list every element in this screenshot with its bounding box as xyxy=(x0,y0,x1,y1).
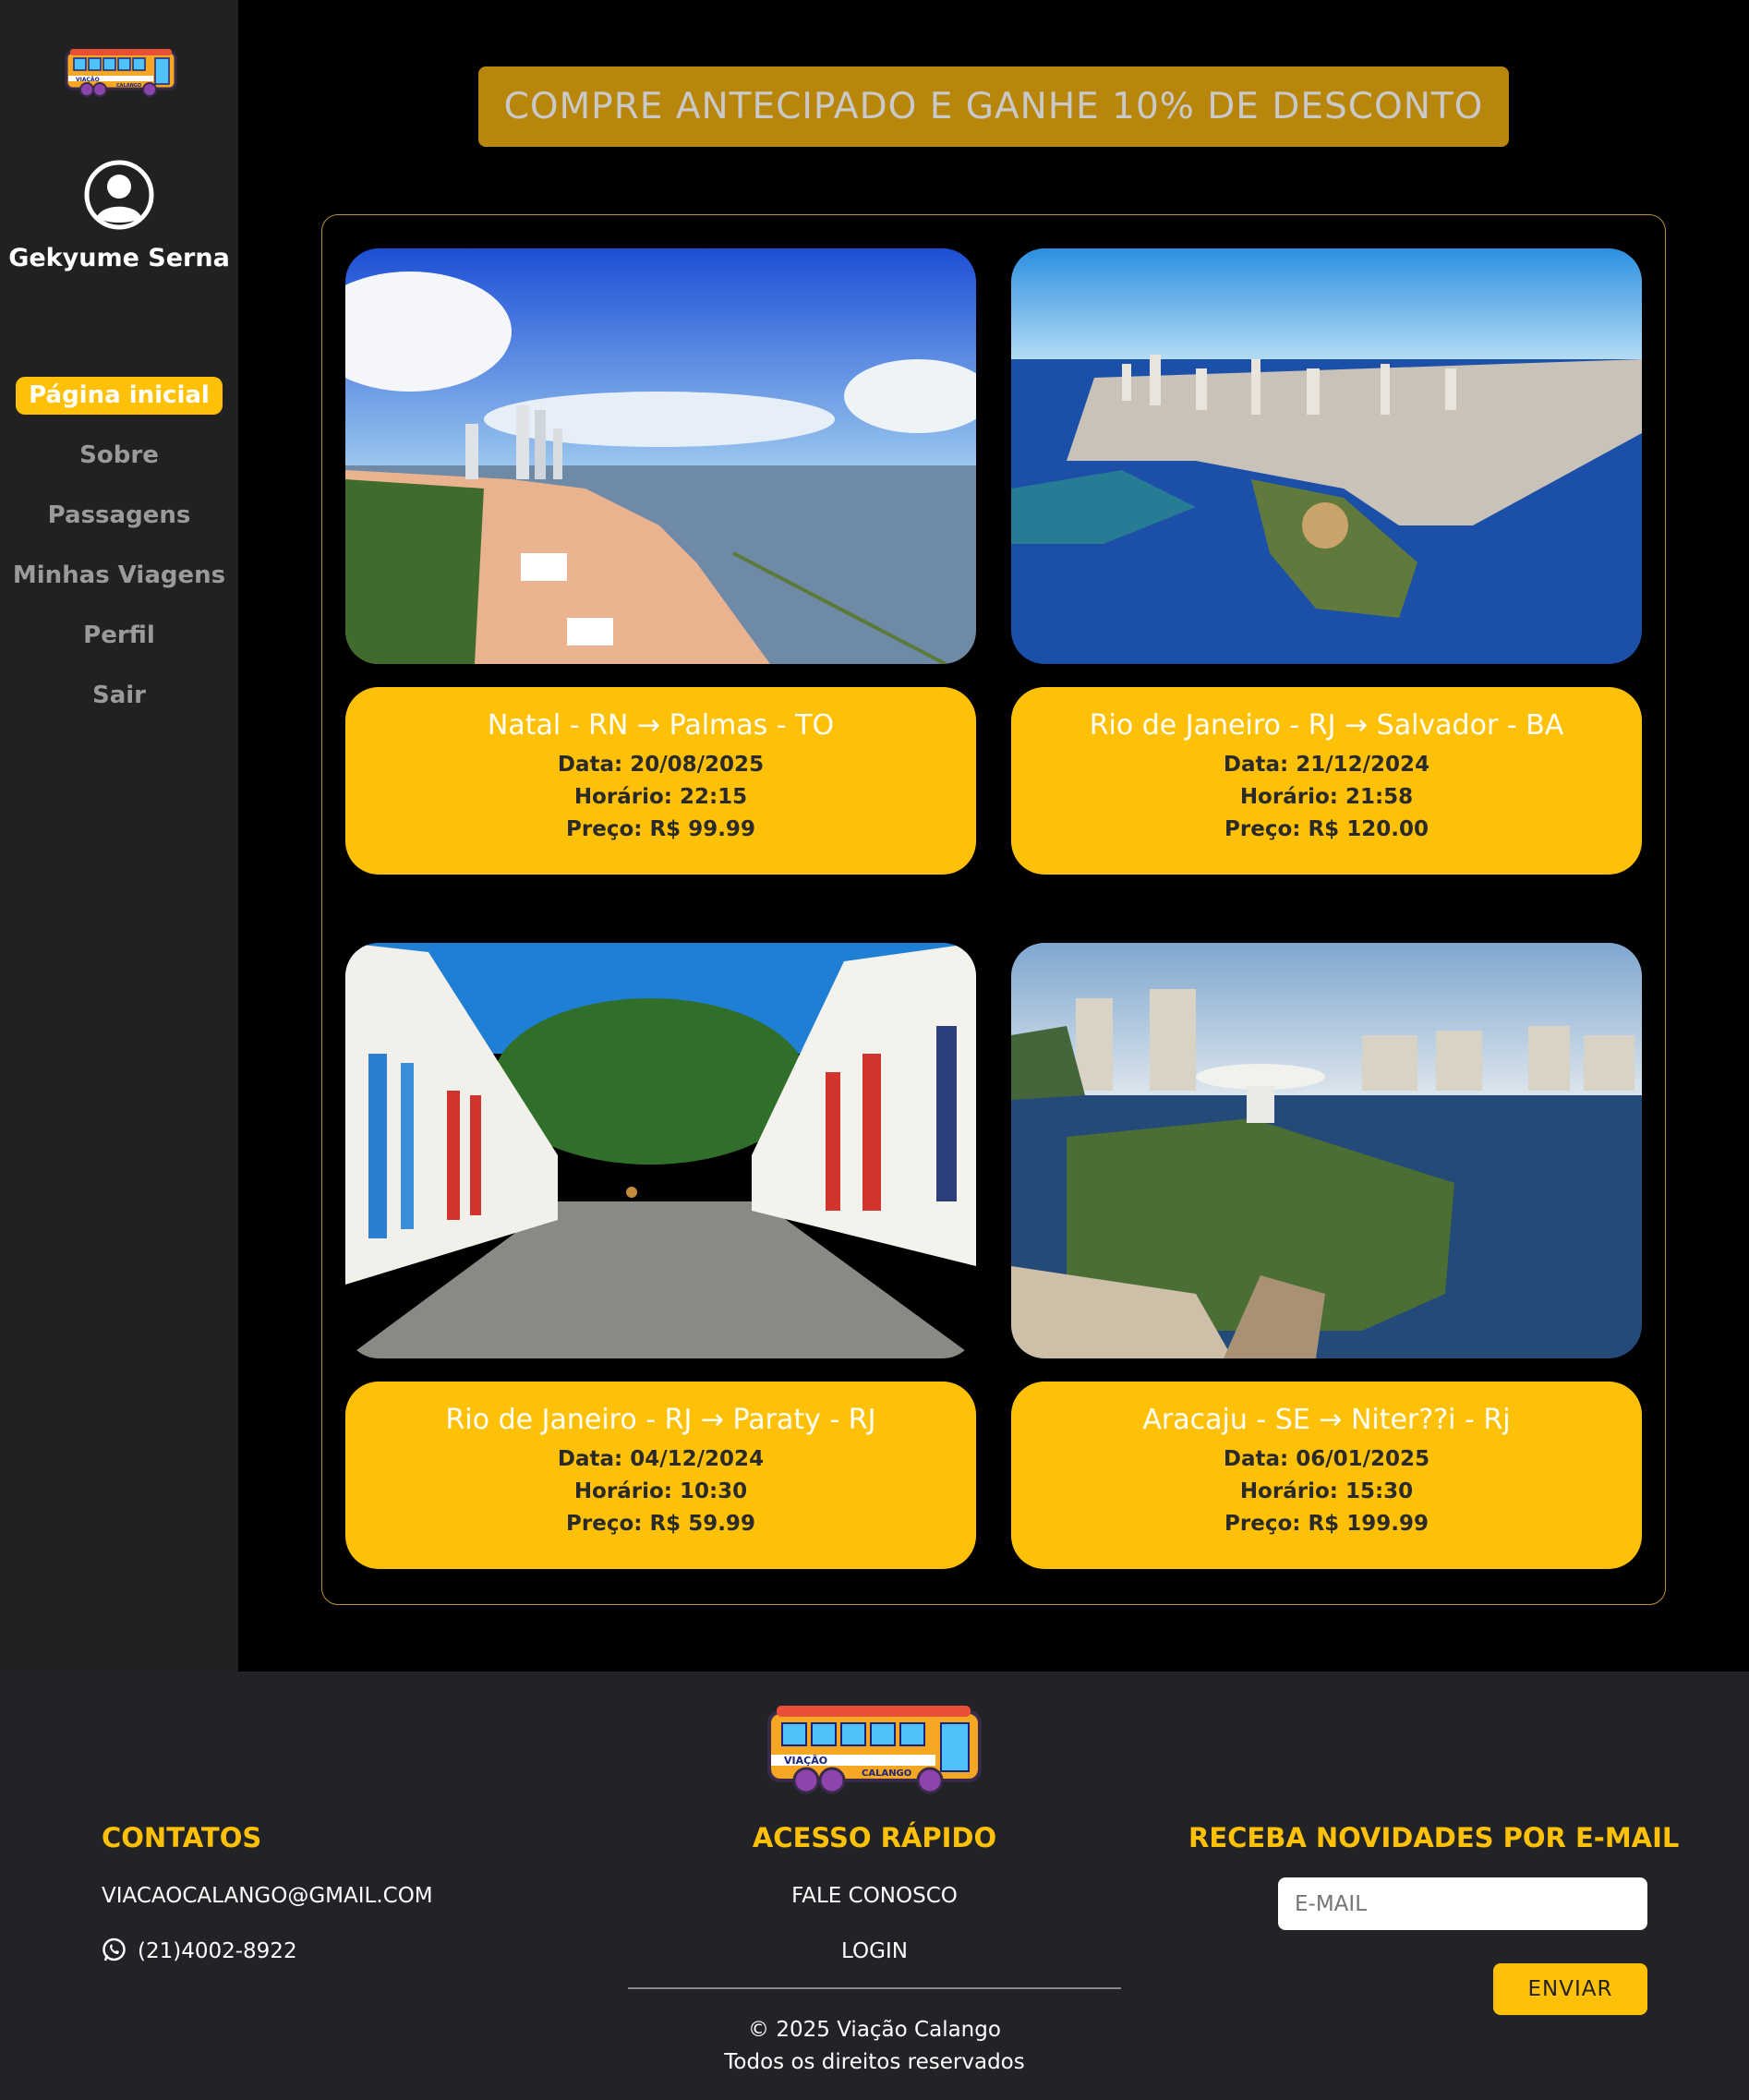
trip-date: Data: 21/12/2024 xyxy=(1223,753,1430,777)
contacts-heading: CONTATOS xyxy=(102,1822,262,1853)
trip-date: Data: 04/12/2024 xyxy=(557,1447,765,1471)
page: VIAÇÃO CALANGO Gekyume Serna Página inic… xyxy=(0,0,1749,2100)
nav-my-trips[interactable]: Minhas Viagens xyxy=(0,557,238,595)
trip-route: Natal - RN → Palmas - TO xyxy=(487,709,835,742)
nav-logout[interactable]: Sair xyxy=(0,677,238,715)
trip-image-niteroi[interactable] xyxy=(1011,943,1642,1358)
logo-text-1: VIAÇÃO xyxy=(784,1755,827,1767)
trip-price: Preço: R$ 59.99 xyxy=(566,1512,755,1536)
whatsapp-icon xyxy=(103,1937,126,1961)
trip-route: Aracaju - SE → Niter??i - Rj xyxy=(1142,1404,1511,1436)
sidebar: VIAÇÃO CALANGO Gekyume Serna Página inic… xyxy=(0,0,238,1672)
logo-text-2: CALANGO xyxy=(862,1768,911,1779)
newsletter-email-input[interactable] xyxy=(1278,1877,1647,1930)
nav-home[interactable]: Página inicial xyxy=(16,377,223,415)
user-avatar-icon[interactable] xyxy=(84,160,154,230)
trip-route: Rio de Janeiro - RJ → Salvador - BA xyxy=(1089,709,1564,742)
trip-price: Preço: R$ 99.99 xyxy=(566,817,755,841)
trip-time: Horário: 22:15 xyxy=(573,785,748,809)
logo-text-2: CALANGO xyxy=(116,83,141,89)
footer-divider xyxy=(628,1987,1121,1989)
rights-text: Todos os direitos reservados xyxy=(724,2050,1025,2074)
logo-text-1: VIAÇÃO xyxy=(76,77,100,83)
quick-access-heading: ACESSO RÁPIDO xyxy=(752,1822,997,1853)
user-name: Gekyume Serna xyxy=(8,244,230,272)
promo-banner[interactable]: COMPRE ANTECIPADO E GANHE 10% DE DESCONT… xyxy=(478,66,1509,147)
bus-logo-small[interactable]: VIAÇÃO CALANGO xyxy=(65,48,179,98)
send-button[interactable]: ENVIAR xyxy=(1493,1963,1647,2015)
trip-image-salvador[interactable] xyxy=(1011,248,1642,664)
sidebar-nav: Página inicial Sobre Passagens Minhas Vi… xyxy=(0,377,238,737)
trip-image-palmas[interactable] xyxy=(345,248,976,664)
nav-tickets[interactable]: Passagens xyxy=(0,497,238,535)
contact-email[interactable]: VIACAOCALANGO@GMAIL.COM xyxy=(102,1884,433,1908)
login-link[interactable]: LOGIN xyxy=(628,1939,1121,1963)
trip-card-paraty[interactable]: Rio de Janeiro - RJ → Paraty - RJ Data: … xyxy=(345,1382,976,1569)
trip-date: Data: 20/08/2025 xyxy=(557,753,765,777)
nav-profile[interactable]: Perfil xyxy=(0,617,238,655)
trip-card-salvador[interactable]: Rio de Janeiro - RJ → Salvador - BA Data… xyxy=(1011,687,1642,875)
trip-route: Rio de Janeiro - RJ → Paraty - RJ xyxy=(445,1404,876,1436)
bus-logo-large[interactable]: VIAÇÃO CALANGO xyxy=(766,1703,987,1795)
trip-card-palmas[interactable]: Natal - RN → Palmas - TO Data: 20/08/202… xyxy=(345,687,976,875)
copyright-text: © 2025 Viação Calango xyxy=(748,2018,1001,2042)
trips-container: Natal - RN → Palmas - TO Data: 20/08/202… xyxy=(321,214,1666,1605)
trip-image-paraty[interactable] xyxy=(345,943,976,1358)
trip-time: Horário: 21:58 xyxy=(1239,785,1414,809)
newsletter-heading: RECEBA NOVIDADES POR E-MAIL xyxy=(1188,1822,1680,1853)
nav-about[interactable]: Sobre xyxy=(0,437,238,475)
trip-card-niteroi[interactable]: Aracaju - SE → Niter??i - Rj Data: 06/01… xyxy=(1011,1382,1642,1569)
trip-price: Preço: R$ 199.99 xyxy=(1224,1512,1429,1536)
trip-price: Preço: R$ 120.00 xyxy=(1224,817,1429,841)
trip-time: Horário: 10:30 xyxy=(573,1479,748,1503)
trip-date: Data: 06/01/2025 xyxy=(1223,1447,1430,1471)
contact-phone[interactable]: (21)4002-8922 xyxy=(138,1939,297,1963)
contact-us-link[interactable]: FALE CONOSCO xyxy=(628,1884,1121,1908)
trip-time: Horário: 15:30 xyxy=(1239,1479,1414,1503)
